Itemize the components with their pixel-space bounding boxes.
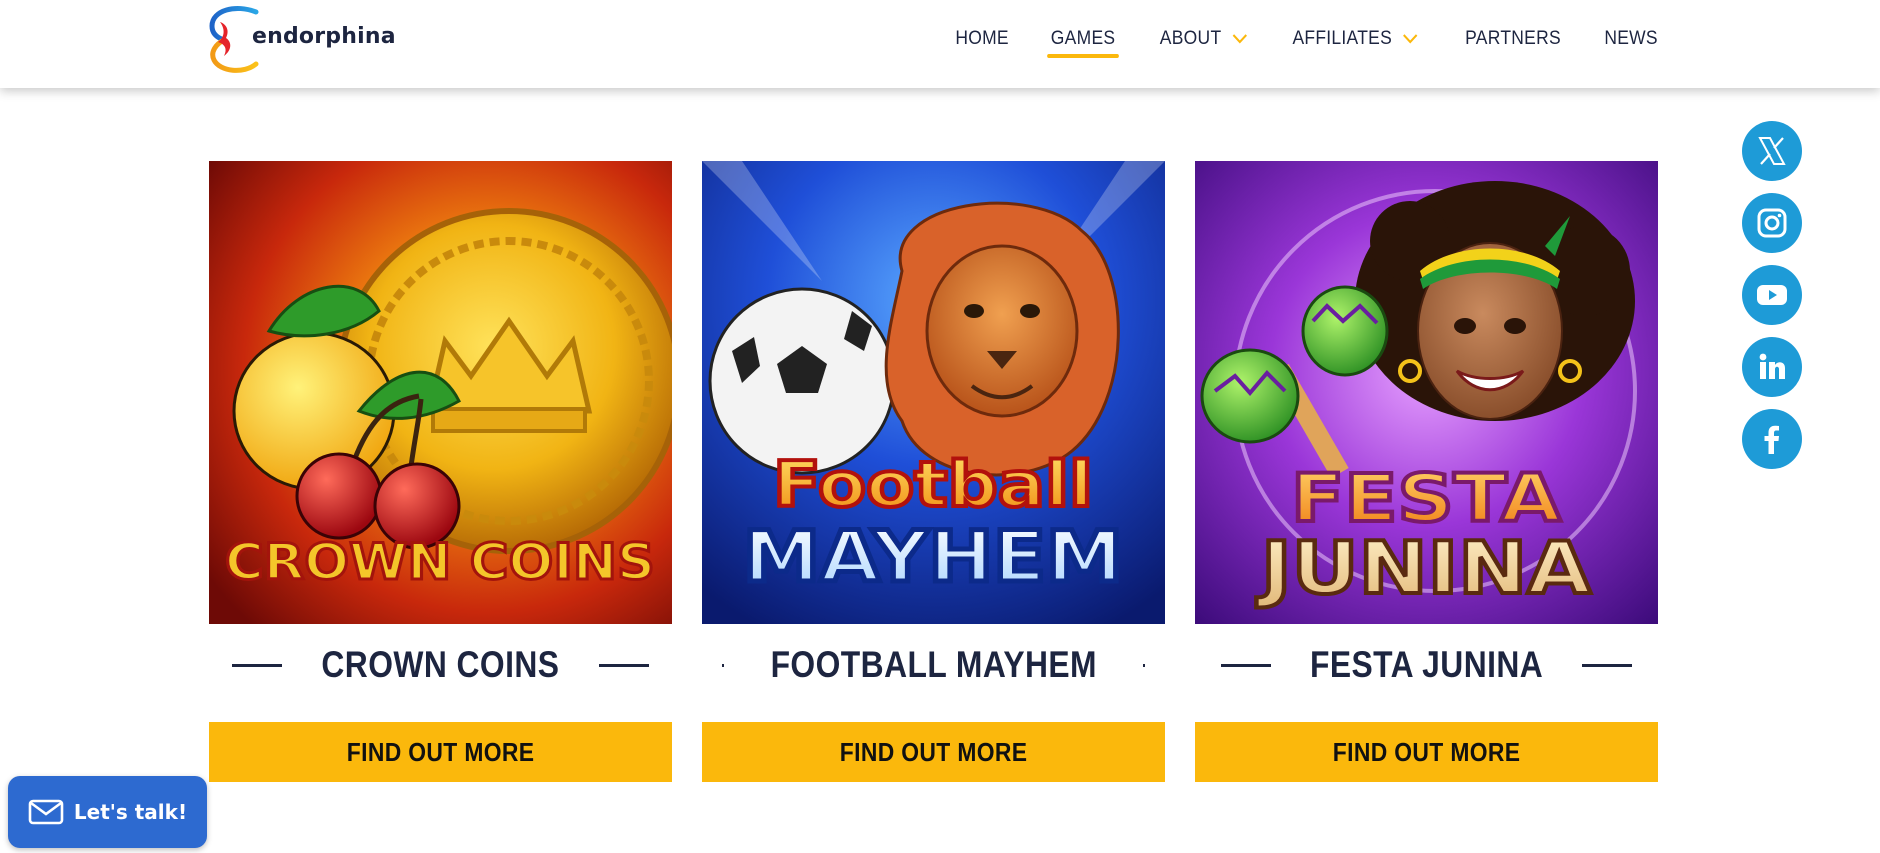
game-image-festa-junina[interactable]: FESTA JUNINA (1195, 161, 1658, 624)
nav-games[interactable]: GAMES (1047, 28, 1120, 58)
x-icon (1758, 137, 1786, 165)
football-mayhem-art-text-1: Football (773, 448, 1093, 521)
crown-coins-artwork: CROWN COINS (209, 161, 672, 624)
nav-partners-label: PARTNERS (1464, 28, 1561, 49)
chevron-down-icon (1403, 34, 1419, 44)
nav-about-label: ABOUT (1159, 28, 1221, 49)
football-mayhem-artwork: Football MAYHEM (702, 161, 1165, 624)
social-x-link[interactable] (1742, 121, 1802, 181)
nav-home-label: HOME (955, 28, 1010, 49)
game-card-football-mayhem: Football MAYHEM FOOTBALL MAYHEM FIND OUT… (702, 161, 1165, 782)
nav-news-label: NEWS (1604, 28, 1658, 49)
chevron-down-icon (1232, 34, 1247, 44)
game-title: CROWN COINS (321, 644, 560, 685)
game-title: FESTA JUNINA (1309, 644, 1544, 685)
youtube-icon (1757, 285, 1787, 305)
nav-about[interactable]: ABOUT (1159, 28, 1247, 50)
title-dash-right (598, 663, 649, 667)
social-youtube-link[interactable] (1742, 265, 1802, 325)
social-linkedin-link[interactable] (1742, 337, 1802, 397)
festa-junina-artwork: FESTA JUNINA (1195, 161, 1658, 624)
game-card-festa-junina: FESTA JUNINA FESTA JUNINA FIND OUT MORE (1195, 161, 1658, 782)
game-card-crown-coins: CROWN COINS CROWN COINS FIND OUT MORE (209, 161, 672, 782)
endorphina-logo[interactable]: endorphina (206, 4, 396, 74)
game-title-row: CROWN COINS (209, 639, 672, 691)
lets-talk-chat-button[interactable]: Let's talk! (8, 776, 207, 848)
title-dash-right (1582, 663, 1633, 667)
main-nav: HOME GAMES ABOUT AFFILIATES PARTNERS NEW… (916, 0, 1660, 78)
title-dash-left (232, 663, 283, 667)
find-out-more-button[interactable]: FIND OUT MORE (209, 722, 672, 782)
find-out-more-button[interactable]: FIND OUT MORE (702, 722, 1165, 782)
nav-games-label: GAMES (1051, 28, 1116, 49)
football-mayhem-art-text-2: MAYHEM (743, 516, 1123, 598)
title-dash-left (722, 663, 724, 667)
game-title-row: FESTA JUNINA (1195, 639, 1658, 691)
facebook-icon (1764, 425, 1779, 454)
festa-junina-art-text-2: JUNINA (1255, 526, 1591, 610)
find-out-more-button[interactable]: FIND OUT MORE (1195, 722, 1658, 782)
crown-coins-art-text: CROWN COINS (225, 533, 655, 591)
social-facebook-link[interactable] (1742, 409, 1802, 469)
find-out-more-label: FIND OUT MORE (839, 736, 1028, 767)
game-image-football-mayhem[interactable]: Football MAYHEM (702, 161, 1165, 624)
lets-talk-label: Let's talk! (73, 800, 188, 824)
title-dash-right (1143, 663, 1145, 667)
logo-text: endorphina (252, 23, 396, 49)
game-title: FOOTBALL MAYHEM (770, 644, 1097, 685)
nav-affiliates-label: AFFILIATES (1292, 28, 1393, 49)
social-links (1742, 121, 1802, 481)
instagram-icon (1757, 208, 1787, 238)
find-out-more-label: FIND OUT MORE (1332, 736, 1521, 767)
linkedin-icon (1759, 353, 1785, 379)
find-out-more-label: FIND OUT MORE (346, 736, 535, 767)
game-title-row: FOOTBALL MAYHEM (702, 639, 1165, 691)
nav-home[interactable]: HOME (956, 28, 1010, 50)
envelope-icon (28, 799, 64, 825)
title-dash-left (1220, 663, 1271, 667)
nav-affiliates[interactable]: AFFILIATES (1292, 28, 1419, 50)
social-instagram-link[interactable] (1742, 193, 1802, 253)
nav-news[interactable]: NEWS (1604, 28, 1658, 50)
game-image-crown-coins[interactable]: CROWN COINS (209, 161, 672, 624)
site-header: endorphina HOME GAMES ABOUT AFFILIATES P… (0, 0, 1880, 88)
nav-partners[interactable]: PARTNERS (1465, 28, 1561, 50)
